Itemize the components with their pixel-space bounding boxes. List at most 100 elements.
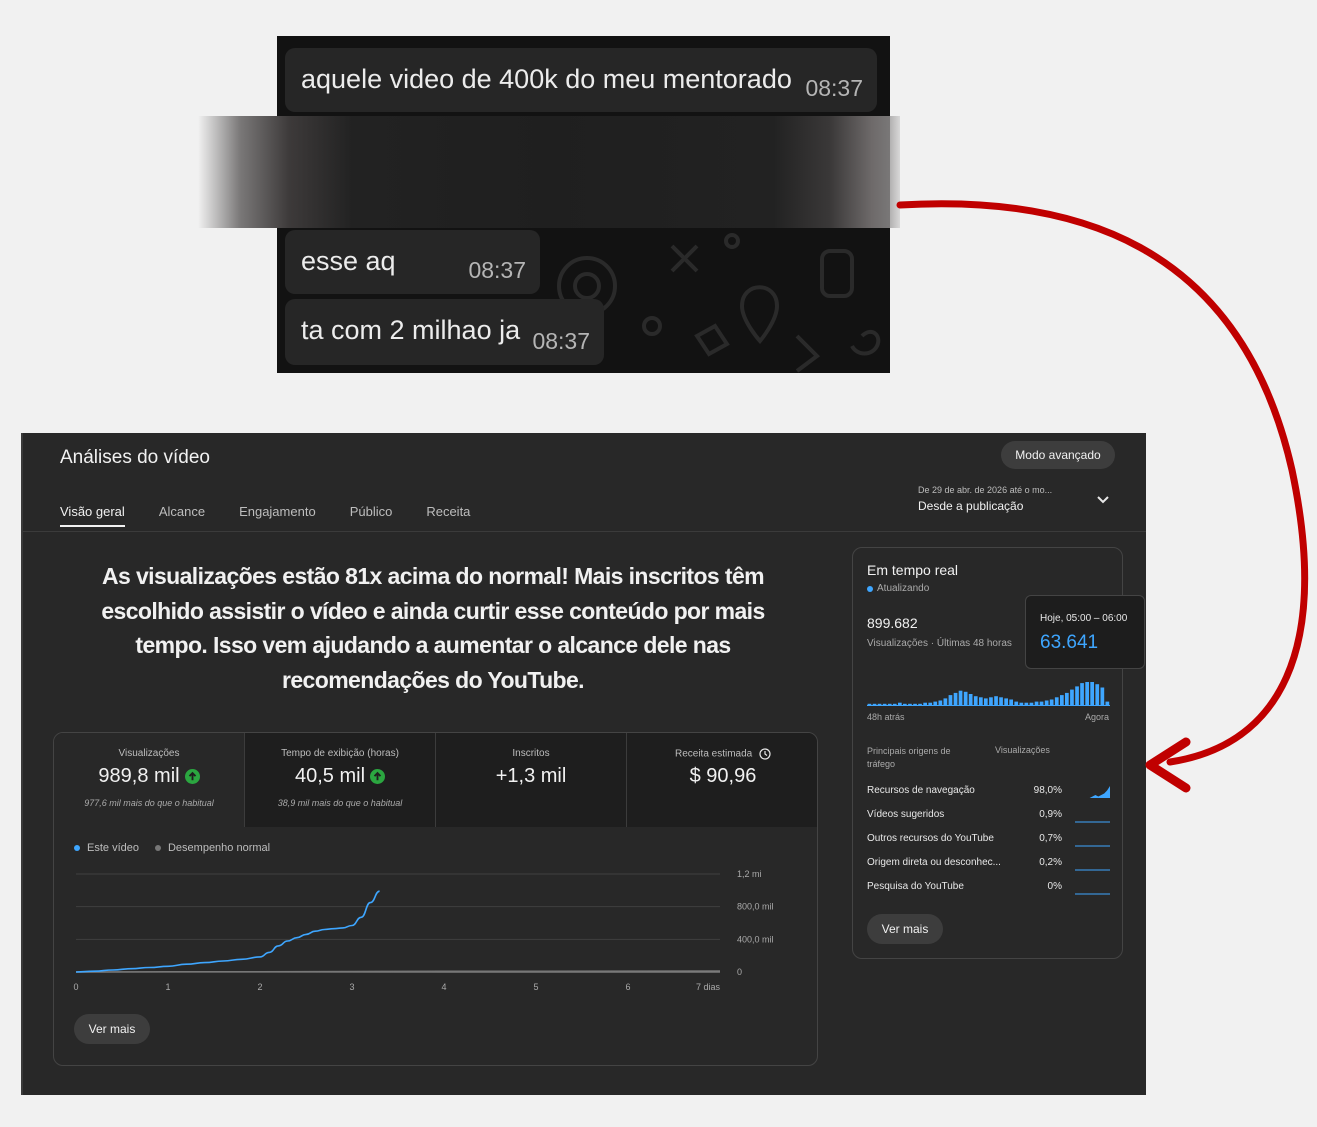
tab-revenue[interactable]: Receita — [426, 504, 470, 527]
realtime-views-count: 899.682 — [867, 615, 918, 631]
metric-estimated-revenue[interactable]: Receita estimada $ 90,96 — [627, 733, 817, 827]
traffic-source-sparkline — [1075, 845, 1110, 847]
traffic-source-row: Origem direta ou desconhec... 0,2% — [867, 855, 1110, 871]
chat-message-text: esse aq — [301, 246, 396, 276]
date-range-sub: De 29 de abr. de 2026 até o mo... — [918, 485, 1053, 495]
sources-header: Principais origens de tráfego — [867, 746, 951, 769]
realtime-bar — [1075, 686, 1079, 706]
realtime-title: Em tempo real — [867, 562, 959, 578]
metric-label: Tempo de exibição (horas) — [281, 748, 399, 759]
chat-message-text: ta com 2 milhao ja — [301, 315, 521, 345]
tab-reach[interactable]: Alcance — [159, 504, 205, 527]
traffic-source-name: Origem direta ou desconhec... — [867, 857, 1001, 868]
traffic-source-percent: 0,7% — [1039, 833, 1062, 844]
video-analytics-panel: Análises do vídeo Modo avançado Visão ge… — [21, 433, 1146, 1095]
tabs-divider — [23, 531, 1146, 532]
metric-views[interactable]: Visualizações 989,8 mil 977,6 mil mais d… — [54, 733, 245, 827]
chat-message-time: 08:37 — [532, 328, 590, 354]
metric-tabs: Visualizações 989,8 mil 977,6 mil mais d… — [54, 733, 817, 827]
tab-audience[interactable]: Público — [350, 504, 393, 527]
y-tick-label: 400,0 mil — [737, 934, 774, 944]
metric-label: Visualizações — [118, 748, 180, 759]
realtime-bar — [1080, 683, 1084, 706]
traffic-source-name: Vídeos sugeridos — [867, 809, 945, 820]
chart-legend: Este vídeo Desempenho normal — [74, 842, 286, 854]
y-tick-label: 0 — [737, 967, 742, 977]
metric-value: +1,3 mil — [495, 765, 567, 787]
traffic-source-row: Recursos de navegação 98,0% — [867, 783, 1110, 799]
metric-label: Inscritos — [512, 748, 550, 759]
traffic-source-sparkline — [1075, 869, 1110, 871]
metric-watch-time[interactable]: Tempo de exibição (horas) 40,5 mil 38,9 … — [245, 733, 436, 827]
tab-engagement[interactable]: Engajamento — [239, 504, 316, 527]
redacted-blur-band — [198, 116, 900, 228]
metric-value: 40,5 mil — [294, 765, 366, 787]
realtime-see-more-button[interactable]: Ver mais — [867, 914, 943, 944]
traffic-source-row: Outros recursos do YouTube 0,7% — [867, 831, 1110, 847]
date-range-selector[interactable]: De 29 de abr. de 2026 até o mo... Desde … — [918, 485, 1118, 513]
metric-value: $ 90,96 — [689, 765, 757, 787]
tab-bar: Visão geral Alcance Engajamento Público … — [60, 504, 504, 527]
traffic-source-name: Recursos de navegação — [867, 785, 975, 796]
realtime-bar — [948, 695, 953, 706]
realtime-bar — [943, 698, 948, 706]
chat-message: esse aq 08:37 — [285, 230, 540, 294]
metric-value-row: 989,8 mil — [54, 765, 244, 788]
page-title: Análises do vídeo — [60, 447, 210, 468]
traffic-source-percent: 0% — [1047, 881, 1062, 892]
traffic-source-percent: 0,2% — [1039, 857, 1062, 868]
realtime-status: Atualizando — [867, 583, 929, 594]
metric-label-text: Receita estimada — [674, 748, 753, 760]
realtime-bar — [1090, 682, 1094, 706]
live-dot-icon — [867, 585, 873, 592]
realtime-bar-chart[interactable] — [867, 680, 1110, 706]
metric-value: 989,8 mil — [98, 765, 180, 787]
realtime-bar — [1004, 698, 1008, 706]
realtime-bar — [979, 697, 983, 706]
legend-label: Desempenho normal — [167, 842, 271, 854]
realtime-bar — [989, 697, 993, 706]
y-tick-label: 1,2 mi — [737, 869, 762, 879]
realtime-bar — [994, 696, 998, 706]
tooltip-label: Hoje, 05:00 – 06:00 — [1040, 613, 1128, 624]
metric-label: Receita estimada — [627, 748, 817, 760]
x-tick-label: 4 — [441, 982, 446, 992]
realtime-axis-end: Agora — [1084, 712, 1109, 722]
date-range-main: Desde a publicação — [918, 499, 1024, 513]
views-line-chart: 0 400,0 mil 800,0 mil 1,2 mi 0 1 2 3 4 5 6 7 dias — [73, 869, 774, 992]
x-tick-label: 2 — [257, 982, 262, 992]
sparkline-area — [1075, 786, 1110, 798]
advanced-mode-button[interactable]: Modo avançado — [1001, 441, 1115, 469]
chat-message: aquele video de 400k do meu mentorado 08… — [285, 48, 877, 112]
traffic-source-row: Vídeos sugeridos 0,9% — [867, 807, 1110, 823]
realtime-tooltip: Hoje, 05:00 – 06:00 63.641 — [1025, 595, 1145, 669]
traffic-source-sparkline — [1075, 786, 1110, 798]
chevron-down-icon[interactable] — [1096, 495, 1110, 505]
chat-message-text: aquele video de 400k do meu mentorado — [301, 64, 792, 94]
chat-message-time: 08:37 — [805, 75, 863, 101]
y-tick-label: 800,0 mil — [737, 902, 774, 912]
realtime-bar — [1100, 687, 1105, 706]
see-more-button[interactable]: Ver mais — [74, 1014, 150, 1044]
traffic-source-row: Pesquisa do YouTube 0% — [867, 879, 1110, 895]
x-tick-label: 3 — [349, 982, 354, 992]
traffic-source-sparkline — [1075, 821, 1110, 823]
realtime-axis-start: 48h atrás — [867, 712, 905, 722]
traffic-source-percent: 98,0% — [1033, 785, 1062, 796]
series-normal-line — [75, 970, 721, 973]
metric-subscribers[interactable]: Inscritos +1,3 mil — [436, 733, 627, 827]
realtime-bar — [1065, 692, 1069, 706]
chat-message: ta com 2 milhao ja 08:37 — [285, 299, 604, 365]
series-this-video-line — [75, 890, 380, 973]
metric-sub: 977,6 mil mais do que o habitual — [84, 798, 214, 808]
traffic-source-name: Outros recursos do YouTube — [867, 833, 994, 844]
realtime-bar — [958, 690, 963, 706]
x-tick-label: 5 — [533, 982, 538, 992]
tab-overview[interactable]: Visão geral — [60, 504, 125, 527]
realtime-status-text: Atualizando — [877, 583, 930, 594]
clock-icon — [759, 748, 771, 760]
metric-sub: 38,9 mil mais do que o habitual — [277, 798, 403, 808]
realtime-bar — [1085, 682, 1089, 706]
realtime-card: Em tempo real Atualizando 899.682 Visual… — [852, 547, 1145, 959]
realtime-bar — [973, 696, 978, 706]
